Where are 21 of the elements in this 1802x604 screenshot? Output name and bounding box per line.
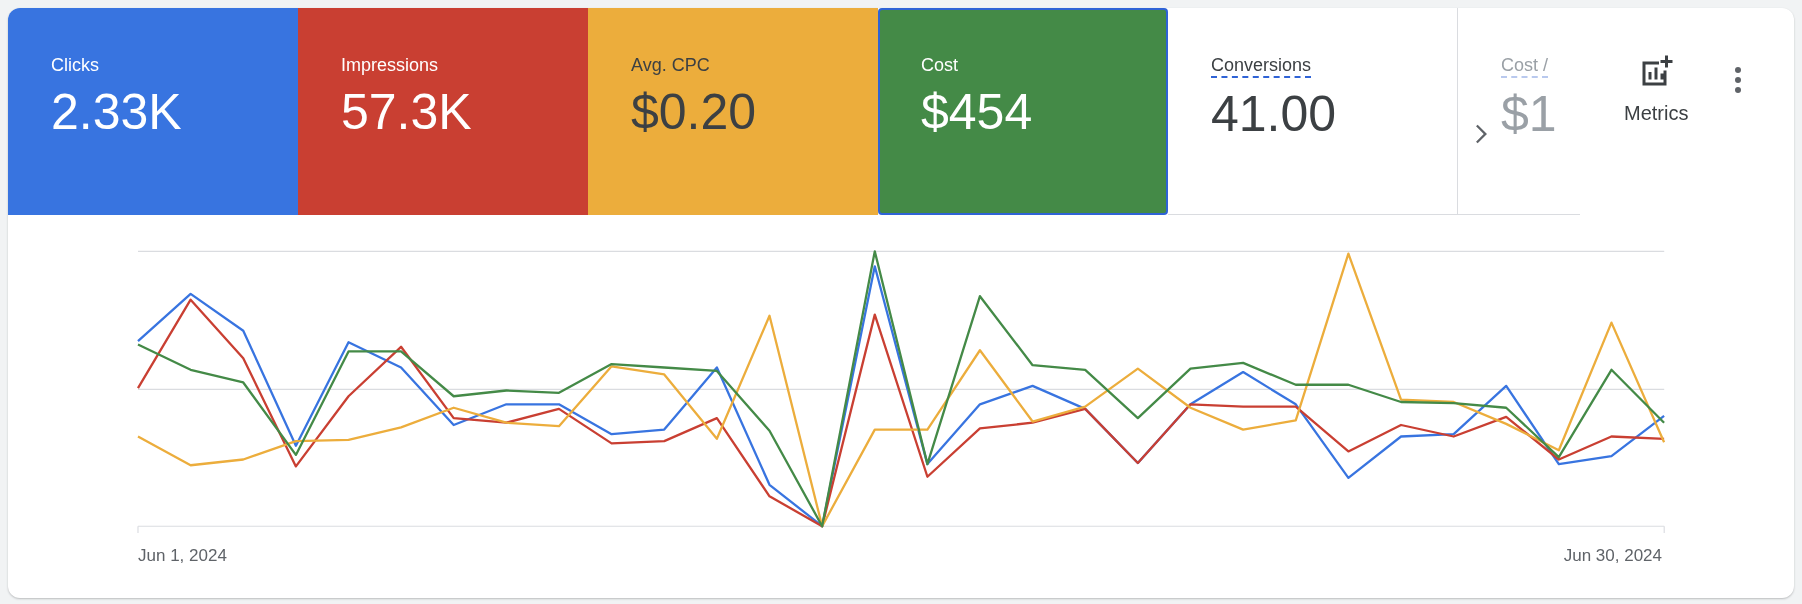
metric-label: Avg. CPC	[631, 54, 710, 76]
metric-value: $454	[921, 83, 1033, 142]
metric-tile[interactable]: Avg. CPC $0.20	[588, 8, 878, 215]
metric-tile[interactable]: Conversions 41.00	[1168, 8, 1458, 215]
metric-label: Impressions	[341, 54, 439, 76]
axis-label: Jun 30, 2024	[1563, 546, 1662, 566]
axis-label: Jun 1, 2024	[138, 546, 227, 566]
metric-label: Conversions	[1211, 54, 1312, 78]
metric-tile[interactable]: Cost $454	[878, 8, 1168, 215]
metric-value: 41.00	[1211, 85, 1337, 144]
metric-value: $0.20	[631, 83, 757, 142]
metric-tile[interactable]: Impressions 57.3K	[298, 8, 588, 215]
metric-label: Cost	[921, 54, 958, 76]
more-options-icon[interactable]	[1734, 66, 1743, 94]
metric-value: 57.3K	[341, 83, 472, 142]
metric-value: $1	[1501, 85, 1557, 144]
metric-tile[interactable]: Clicks 2.33K	[8, 8, 298, 215]
metric-label: Cost /	[1501, 54, 1548, 78]
metric-value: 2.33K	[51, 83, 182, 142]
metric-label: Clicks	[51, 54, 99, 76]
metric-tile[interactable]: Cost / $1	[1458, 8, 1580, 215]
